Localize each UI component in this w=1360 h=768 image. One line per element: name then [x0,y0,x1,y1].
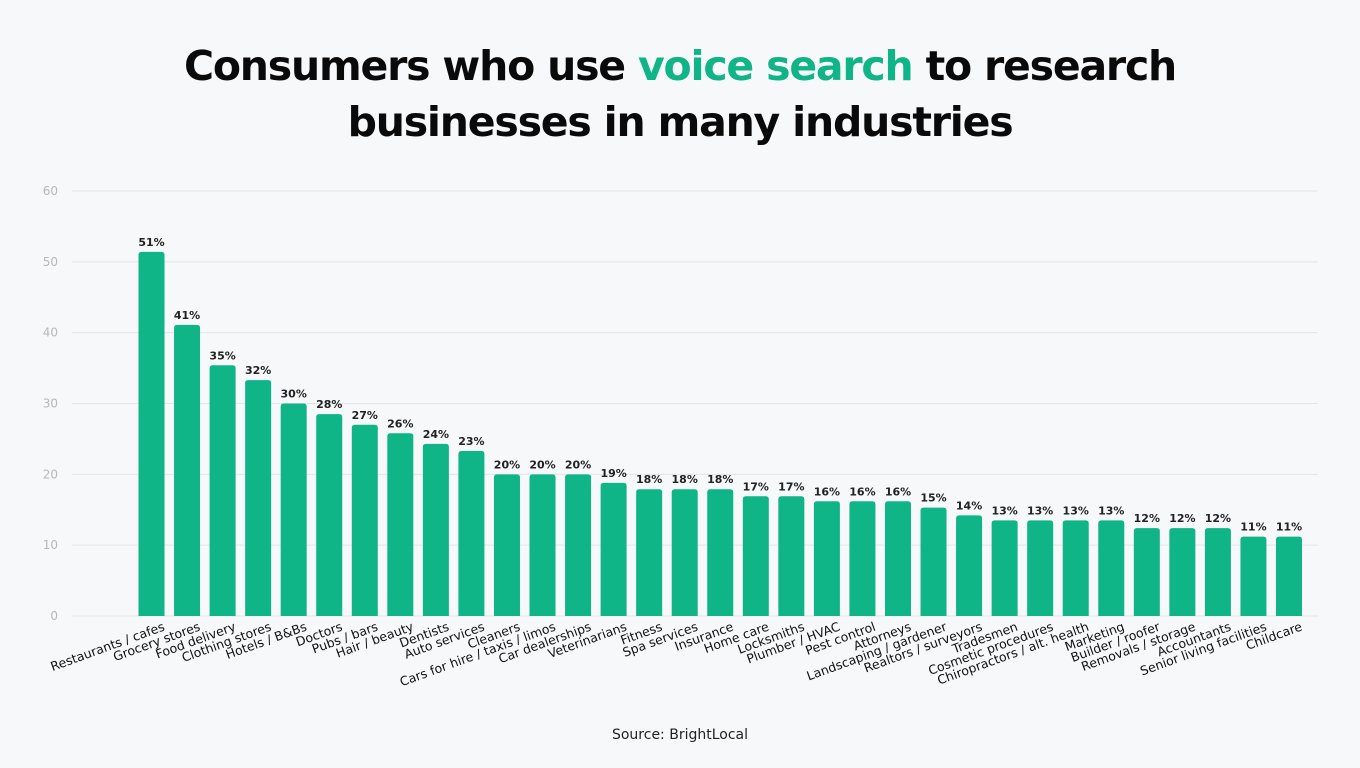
data-label: 27% [352,409,378,422]
data-label: 12% [1169,512,1195,525]
data-label: 20% [494,458,520,471]
data-label: 13% [1098,504,1124,517]
bar [849,501,876,616]
source-note: Source: BrightLocal [611,727,749,743]
data-label: 18% [707,473,733,486]
bar [316,414,343,616]
bar [956,515,983,616]
data-label: 12% [1134,512,1160,525]
bar [1133,528,1160,616]
data-label: 11% [1240,521,1266,534]
data-label: 20% [565,458,591,471]
bar [1240,536,1267,616]
data-label: 12% [1205,512,1231,525]
bar [884,501,911,616]
data-label: 20% [529,458,555,471]
data-label: 18% [672,473,698,486]
bar [422,443,449,616]
bar [778,496,805,616]
bar [1204,528,1231,616]
data-label: 13% [991,504,1017,517]
data-label: 30% [281,388,307,401]
y-tick-label: 0 [50,609,58,623]
bar [209,365,236,616]
bar [1169,528,1196,616]
bar [174,324,201,616]
bar [245,380,272,616]
bar [920,507,947,616]
y-tick-label: 50 [43,255,58,269]
y-tick-label: 60 [43,184,58,198]
data-label: 24% [423,428,449,441]
data-label: 19% [600,467,626,480]
y-axis-ticks: 0 10 20 30 40 50 60 [43,184,58,623]
bar [1276,536,1302,616]
data-label: 23% [458,435,484,448]
data-label: 15% [920,492,946,505]
bar [742,496,769,616]
data-label: 41% [174,309,200,322]
bar [1027,520,1054,616]
data-labels: 51% 41% 35% 32% 30% 28% 27% 26% 24% 23% 20% 20% 20% 1… [138,236,1302,534]
bar [1062,520,1089,616]
bar [636,489,663,616]
data-label: 13% [1027,504,1053,517]
bar [1098,520,1125,616]
bar [351,424,378,616]
bar [387,433,414,616]
bar [138,251,165,616]
data-label: 51% [138,236,164,249]
data-label: 17% [778,480,804,493]
y-tick-label: 20 [43,467,58,481]
y-tick-label: 30 [43,397,58,411]
bars [138,251,1302,616]
data-label: 11% [1276,521,1302,534]
bar [813,501,840,616]
bar [458,450,485,616]
data-label: 13% [1063,504,1089,517]
bar [671,489,698,616]
data-label: 18% [636,473,662,486]
bar [493,474,520,616]
bar [565,474,592,616]
x-axis-labels: Restaurants / cafesGrocery storesFood de… [48,618,1304,689]
data-label: 14% [956,499,982,512]
bar [600,482,627,616]
data-label: 17% [743,480,769,493]
bar-chart: 0 10 20 30 40 50 60 51% 41% 35% 32% 30% 28% 27% 26% 24… [43,184,1318,689]
data-label: 16% [885,485,911,498]
bar [991,520,1018,616]
y-tick-label: 40 [43,326,58,340]
data-label: 16% [849,485,875,498]
data-label: 26% [387,417,413,430]
y-tick-label: 10 [43,538,58,552]
data-label: 32% [245,364,271,377]
bar [529,474,556,616]
bar [707,489,734,616]
bar [280,403,307,616]
data-label: 35% [209,349,235,362]
data-label: 16% [814,485,840,498]
data-label: 28% [316,398,342,411]
